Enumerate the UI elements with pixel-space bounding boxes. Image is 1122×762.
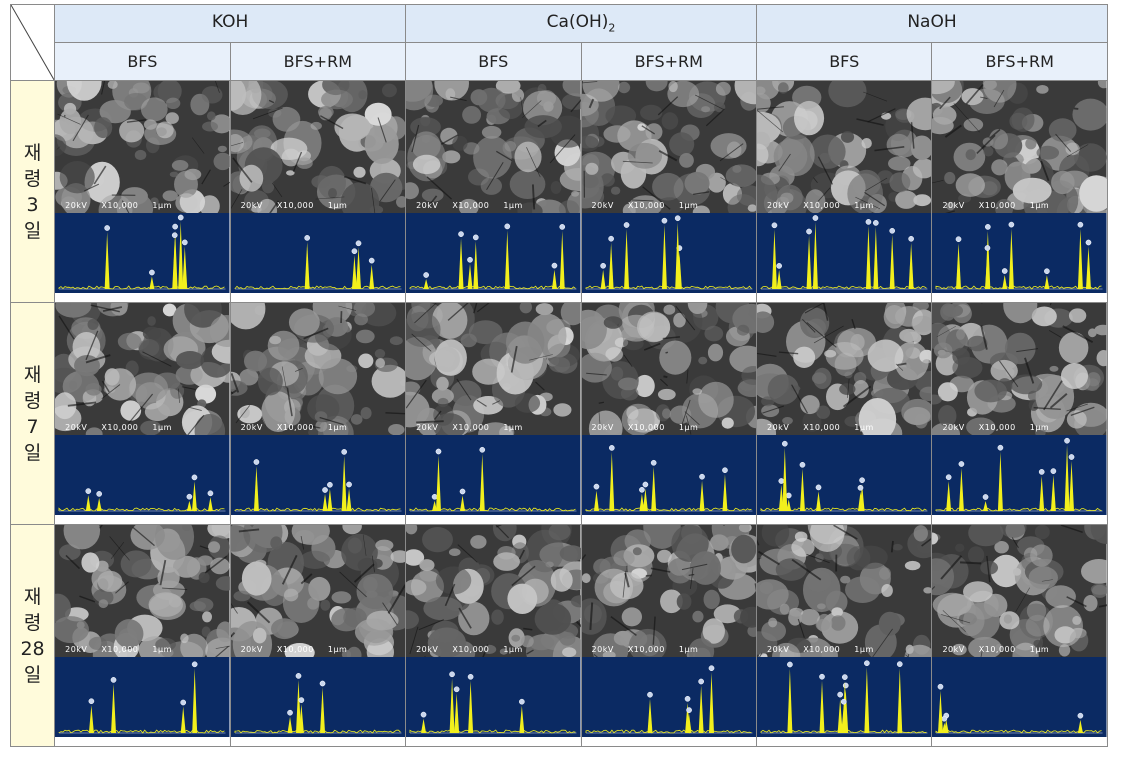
sem-micrograph-image: 20kV X10,000 1μm	[932, 81, 1107, 213]
group-header-koh: KOH	[54, 4, 407, 43]
age-label-28: 재 령 28 일	[9, 524, 56, 747]
sem-scale-label: 20kV X10,000 1μm	[65, 645, 172, 654]
eds-spectrum-image	[406, 657, 581, 743]
subheader: BFS	[405, 42, 582, 81]
eds-spectrum-image	[932, 213, 1107, 299]
sem-scale-label: 20kV X10,000 1μm	[591, 201, 699, 210]
eds-spectrum-image	[55, 435, 230, 521]
sem-micrograph-image: 20kV X10,000 1μm	[55, 81, 230, 213]
sem-scale-label: 20kV X10,000 1μm	[942, 201, 1050, 210]
sample-cell: 20kV X10,000 1μm	[405, 80, 582, 303]
sem-scale-label: 20kV X10,000 1μm	[767, 645, 874, 654]
sample-cell: 20kV X10,000 1μm	[931, 302, 1108, 525]
sem-micrograph-image: 20kV X10,000 1μm	[932, 525, 1107, 657]
eds-spectrum-image	[55, 213, 230, 299]
eds-spectrum-image	[406, 435, 581, 521]
eds-spectrum-image	[757, 435, 932, 521]
eds-spectrum-image	[55, 657, 230, 743]
sample-cell: 20kV X10,000 1μm	[755, 524, 933, 747]
sem-scale-label: 20kV X10,000 1μm	[942, 423, 1050, 432]
sem-micrograph-image: 20kV X10,000 1μm	[230, 81, 406, 213]
eds-spectrum-image	[230, 657, 406, 743]
subheader: BFS	[755, 42, 933, 81]
row-age-7: 재령7일 20kV X10,000 1μm 20kV X10,000 1μm 20kV X10…	[9, 302, 1108, 525]
eds-spectrum-image	[230, 435, 406, 521]
sem-micrograph-image: 20kV X10,000 1μm	[581, 81, 756, 213]
age-label-3: 재령3일	[9, 80, 56, 303]
sample-cell: 20kV X10,000 1μm	[580, 80, 758, 303]
sem-micrograph-image: 20kV X10,000 1μm	[406, 525, 581, 657]
sample-cell: 20kV X10,000 1μm	[405, 524, 582, 747]
eds-spectrum-image	[932, 435, 1107, 521]
eds-spectrum-image	[932, 657, 1107, 743]
eds-spectrum-image	[757, 657, 932, 743]
subheader: BFS+RM	[931, 42, 1108, 81]
sem-micrograph-image: 20kV X10,000 1μm	[406, 81, 581, 213]
subheader: BFS+RM	[580, 42, 758, 81]
corner-cell	[9, 4, 56, 81]
sem-scale-label: 20kV X10,000 1μm	[65, 423, 172, 432]
sem-scale-label: 20kV X10,000 1μm	[942, 645, 1050, 654]
eds-spectrum-image	[581, 435, 756, 521]
sem-scale-label: 20kV X10,000 1μm	[591, 645, 699, 654]
eds-spectrum-image	[757, 213, 932, 299]
sem-scale-label: 20kV X10,000 1μm	[767, 423, 874, 432]
sem-scale-label: 20kV X10,000 1μm	[65, 201, 172, 210]
sample-cell: 20kV X10,000 1μm	[580, 302, 758, 525]
sample-cell: 20kV X10,000 1μm	[931, 80, 1108, 303]
sample-cell: 20kV X10,000 1μm	[229, 302, 407, 525]
row-age-28: 재 령 28 일 20kV X10,000 1μm 20kV X10,000 1μm 20kV X1…	[9, 524, 1108, 747]
sem-micrograph-image: 20kV X10,000 1μm	[757, 525, 932, 657]
sample-cell: 20kV X10,000 1μm	[755, 302, 933, 525]
sem-scale-label: 20kV X10,000 1μm	[591, 423, 699, 432]
sample-cell: 20kV X10,000 1μm	[54, 80, 231, 303]
sem-micrograph-image: 20kV X10,000 1μm	[581, 525, 756, 657]
eds-spectrum-image	[581, 657, 756, 743]
row-age-3: 재령3일 20kV X10,000 1μm 20kV X10,000 1μm 20kV X10…	[9, 80, 1108, 303]
corner-diagonal	[11, 5, 55, 80]
sem-micrograph-image: 20kV X10,000 1μm	[230, 303, 406, 435]
sem-micrograph-image: 20kV X10,000 1μm	[55, 303, 230, 435]
sample-cell: 20kV X10,000 1μm	[931, 524, 1108, 747]
sem-scale-label: 20kV X10,000 1μm	[416, 423, 523, 432]
age-label-7: 재령7일	[9, 302, 56, 525]
subheader: BFS+RM	[229, 42, 407, 81]
sem-scale-label: 20kV X10,000 1μm	[767, 201, 874, 210]
group-header-caoh2: Ca(OH)2	[405, 4, 757, 43]
sem-micrograph-image: 20kV X10,000 1μm	[230, 525, 406, 657]
sem-micrograph-image: 20kV X10,000 1μm	[757, 303, 932, 435]
sem-micrograph-image: 20kV X10,000 1μm	[932, 303, 1107, 435]
sem-scale-label: 20kV X10,000 1μm	[416, 201, 523, 210]
sem-eds-comparison-table: KOH Ca(OH)2 NaOH BFS BFS+RM BFS BFS+RM B…	[9, 4, 1108, 747]
sample-cell: 20kV X10,000 1μm	[54, 302, 231, 525]
group-header-naoh: NaOH	[756, 4, 1108, 43]
eds-spectrum-image	[230, 213, 406, 299]
sample-cell: 20kV X10,000 1μm	[229, 524, 407, 747]
eds-spectrum-image	[581, 213, 756, 299]
sem-micrograph-image: 20kV X10,000 1μm	[581, 303, 756, 435]
sample-cell: 20kV X10,000 1μm	[229, 80, 407, 303]
subheader: BFS	[54, 42, 231, 81]
sample-cell: 20kV X10,000 1μm	[54, 524, 231, 747]
eds-spectrum-image	[406, 213, 581, 299]
sem-micrograph-image: 20kV X10,000 1μm	[55, 525, 230, 657]
sem-scale-label: 20kV X10,000 1μm	[416, 645, 523, 654]
sem-micrograph-image: 20kV X10,000 1μm	[757, 81, 932, 213]
sem-scale-label: 20kV X10,000 1μm	[240, 201, 348, 210]
sem-scale-label: 20kV X10,000 1μm	[240, 423, 348, 432]
sem-micrograph-image: 20kV X10,000 1μm	[406, 303, 581, 435]
sample-cell: 20kV X10,000 1μm	[580, 524, 758, 747]
sample-cell: 20kV X10,000 1μm	[405, 302, 582, 525]
sample-cell: 20kV X10,000 1μm	[755, 80, 933, 303]
sem-scale-label: 20kV X10,000 1μm	[240, 645, 348, 654]
